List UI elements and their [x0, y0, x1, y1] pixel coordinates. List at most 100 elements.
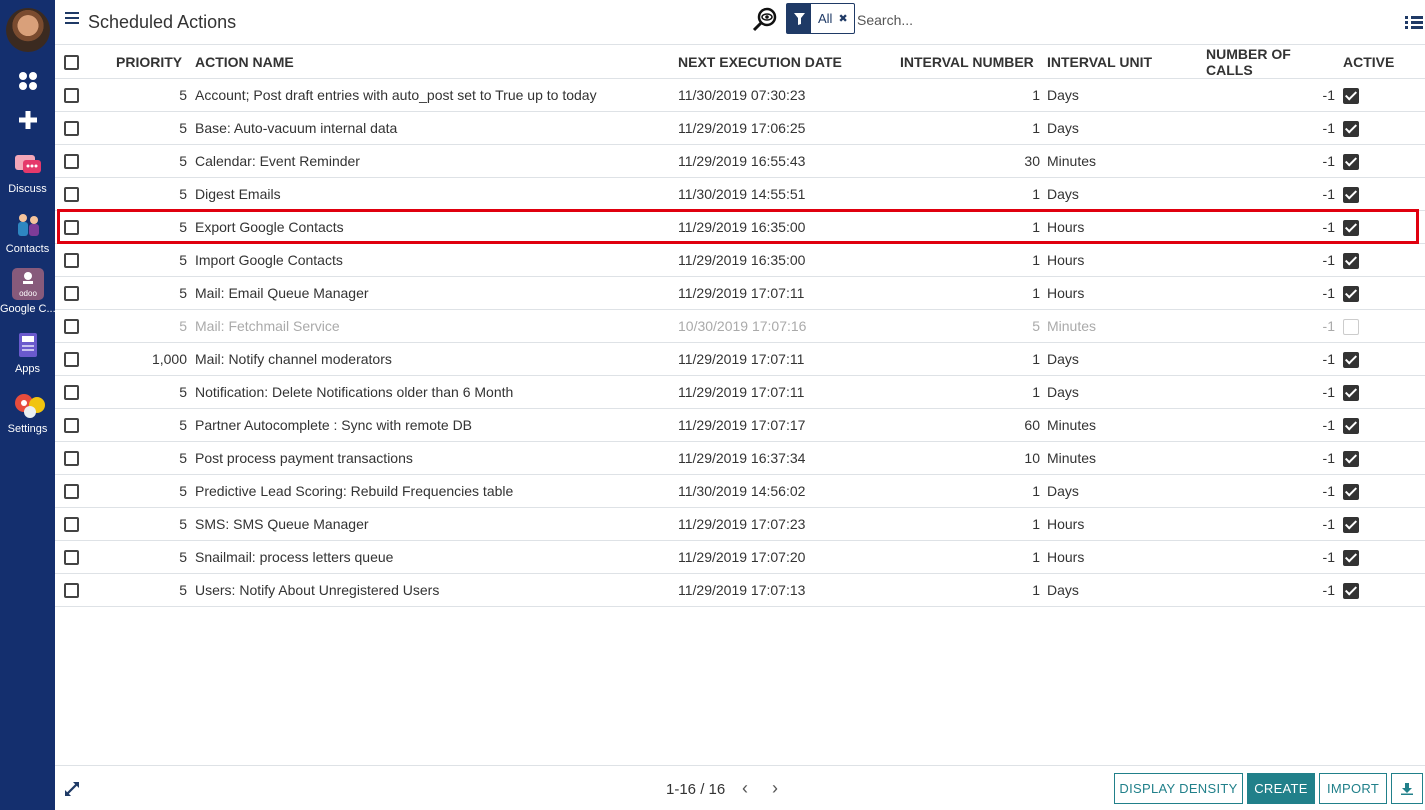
- priority-cell: 5: [103, 177, 195, 211]
- sidebar-app-label: Contacts: [5, 243, 50, 255]
- row-checkbox[interactable]: [64, 352, 79, 368]
- sidebar-app-apps[interactable]: Apps: [0, 330, 55, 375]
- action-name-cell: Snailmail: process letters queue: [195, 540, 678, 574]
- search-view-toggle-icon[interactable]: [752, 7, 778, 33]
- search-facet[interactable]: All ✖: [786, 3, 855, 34]
- interval-number-cell: 1: [878, 342, 1047, 376]
- row-checkbox[interactable]: [64, 451, 79, 467]
- column-header-number-of-calls[interactable]: NUMBER OF CALLS: [1206, 44, 1341, 79]
- number-of-calls-cell: -1: [1206, 474, 1341, 508]
- sidebar-app-discuss[interactable]: Discuss: [0, 150, 55, 195]
- table-row[interactable]: 5 Predictive Lead Scoring: Rebuild Freque…: [55, 474, 1425, 508]
- app-sidebar: Discuss Contacts odoo Google C... Apps S…: [0, 0, 55, 810]
- action-name-cell: Account; Post draft entries with auto_po…: [195, 78, 678, 112]
- pager-previous-icon[interactable]: ‹: [737, 778, 753, 798]
- row-checkbox[interactable]: [64, 253, 79, 269]
- row-checkbox[interactable]: [64, 550, 79, 566]
- row-checkbox[interactable]: [64, 517, 79, 533]
- select-all-checkbox[interactable]: [64, 54, 79, 70]
- export-download-button[interactable]: [1391, 773, 1423, 804]
- table-row[interactable]: 5 Base: Auto-vacuum internal data 11/29/20…: [55, 111, 1425, 145]
- priority-cell: 5: [103, 408, 195, 442]
- pager-next-icon[interactable]: ›: [767, 778, 783, 798]
- table-row[interactable]: 5 Partner Autocomplete : Sync with remote…: [55, 408, 1425, 442]
- action-name-cell: Base: Auto-vacuum internal data: [195, 111, 678, 145]
- table-row[interactable]: 5 Notification: Delete Notifications olde…: [55, 375, 1425, 409]
- row-checkbox[interactable]: [64, 88, 79, 104]
- next-execution-date-cell: 11/30/2019 07:30:23: [678, 78, 878, 112]
- column-header-interval-unit[interactable]: INTERVAL UNIT: [1047, 44, 1206, 79]
- active-checkbox: [1343, 417, 1359, 434]
- next-execution-date-cell: 11/29/2019 17:07:11: [678, 375, 878, 409]
- row-checkbox[interactable]: [64, 154, 79, 170]
- active-cell: [1341, 507, 1425, 541]
- expand-icon[interactable]: [64, 781, 80, 797]
- table-row[interactable]: 5 Import Google Contacts 11/29/2019 16:35:…: [55, 243, 1425, 277]
- sidebar-app-contacts[interactable]: Contacts: [0, 210, 55, 255]
- column-header-interval-number[interactable]: INTERVAL NUMBER: [878, 44, 1047, 79]
- remove-facet-icon[interactable]: ✖: [838, 12, 847, 25]
- row-checkbox[interactable]: [64, 583, 79, 599]
- active-cell: [1341, 342, 1425, 376]
- table-row[interactable]: 5 Snailmail: process letters queue 11/29/2…: [55, 540, 1425, 574]
- import-button[interactable]: IMPORT: [1319, 773, 1387, 804]
- active-checkbox: [1343, 87, 1359, 104]
- row-checkbox[interactable]: [64, 286, 79, 302]
- row-select-cell: [55, 540, 103, 574]
- priority-cell: 5: [103, 474, 195, 508]
- pager-value[interactable]: 1-16 / 16: [666, 781, 725, 798]
- display-density-button[interactable]: DISPLAY DENSITY: [1114, 773, 1243, 804]
- column-header-action-name[interactable]: ACTION NAME: [195, 44, 678, 79]
- action-name-cell: Digest Emails: [195, 177, 678, 211]
- table-row[interactable]: 5 Digest Emails 11/30/2019 14:55:51 1 Days -1: [55, 177, 1425, 211]
- row-checkbox[interactable]: [64, 484, 79, 500]
- priority-cell: 5: [103, 78, 195, 112]
- number-of-calls-cell: -1: [1206, 507, 1341, 541]
- row-checkbox[interactable]: [64, 187, 79, 203]
- table-row[interactable]: 5 Calendar: Event Reminder 11/29/2019 16:5…: [55, 144, 1425, 178]
- sidebar-app-google-contacts[interactable]: odoo Google C...: [0, 268, 55, 315]
- discuss-icon: [13, 150, 43, 180]
- list-view-switcher-icon[interactable]: [1405, 16, 1423, 31]
- interval-unit-cell: Days: [1047, 573, 1206, 607]
- column-header-next-execution-date[interactable]: NEXT EXECUTION DATE: [678, 44, 878, 79]
- hamburger-menu-icon[interactable]: [65, 12, 79, 27]
- user-avatar[interactable]: [6, 8, 50, 52]
- home-menu-icon[interactable]: [0, 70, 55, 97]
- active-cell: [1341, 573, 1425, 607]
- interval-unit-cell: Days: [1047, 474, 1206, 508]
- row-checkbox[interactable]: [64, 220, 79, 236]
- row-checkbox[interactable]: [64, 418, 79, 434]
- table-row[interactable]: 5 Users: Notify About Unregistered Users 1…: [55, 573, 1425, 607]
- table-row[interactable]: 5 SMS: SMS Queue Manager 11/29/2019 17:07:…: [55, 507, 1425, 541]
- add-icon[interactable]: [0, 110, 55, 135]
- priority-cell: 5: [103, 111, 195, 145]
- sidebar-app-label: Apps: [14, 363, 41, 375]
- row-checkbox[interactable]: [64, 385, 79, 401]
- table-row[interactable]: 1,000 Mail: Notify channel moderators 11/2…: [55, 342, 1425, 376]
- priority-cell: 1,000: [103, 342, 195, 376]
- active-cell: [1341, 177, 1425, 211]
- table-row[interactable]: 5 Export Google Contacts 11/29/2019 16:35:…: [55, 210, 1425, 244]
- table-row[interactable]: 5 Account; Post draft entries with auto_p…: [55, 78, 1425, 112]
- column-header-active[interactable]: ACTIVE: [1341, 44, 1425, 79]
- row-checkbox[interactable]: [64, 319, 79, 335]
- next-execution-date-cell: 10/30/2019 17:07:16: [678, 309, 878, 343]
- sidebar-app-settings[interactable]: Settings: [0, 390, 55, 435]
- create-button[interactable]: CREATE: [1247, 773, 1315, 804]
- row-select-cell: [55, 177, 103, 211]
- interval-unit-cell: Minutes: [1047, 309, 1206, 343]
- next-execution-date-cell: 11/29/2019 17:07:11: [678, 342, 878, 376]
- search-input[interactable]: [857, 9, 1157, 31]
- column-header-priority[interactable]: PRIORITY: [103, 44, 195, 79]
- row-select-cell: [55, 78, 103, 112]
- table-row[interactable]: 5 Post process payment transactions 11/29/…: [55, 441, 1425, 475]
- action-name-cell: Notification: Delete Notifications older…: [195, 375, 678, 409]
- active-cell: [1341, 276, 1425, 310]
- action-name-cell: Mail: Email Queue Manager: [195, 276, 678, 310]
- interval-unit-cell: Minutes: [1047, 144, 1206, 178]
- table-row[interactable]: 5 Mail: Email Queue Manager 11/29/2019 17:…: [55, 276, 1425, 310]
- table-row[interactable]: 5 Mail: Fetchmail Service 10/30/2019 17:07…: [55, 309, 1425, 343]
- number-of-calls-cell: -1: [1206, 309, 1341, 343]
- row-checkbox[interactable]: [64, 121, 79, 137]
